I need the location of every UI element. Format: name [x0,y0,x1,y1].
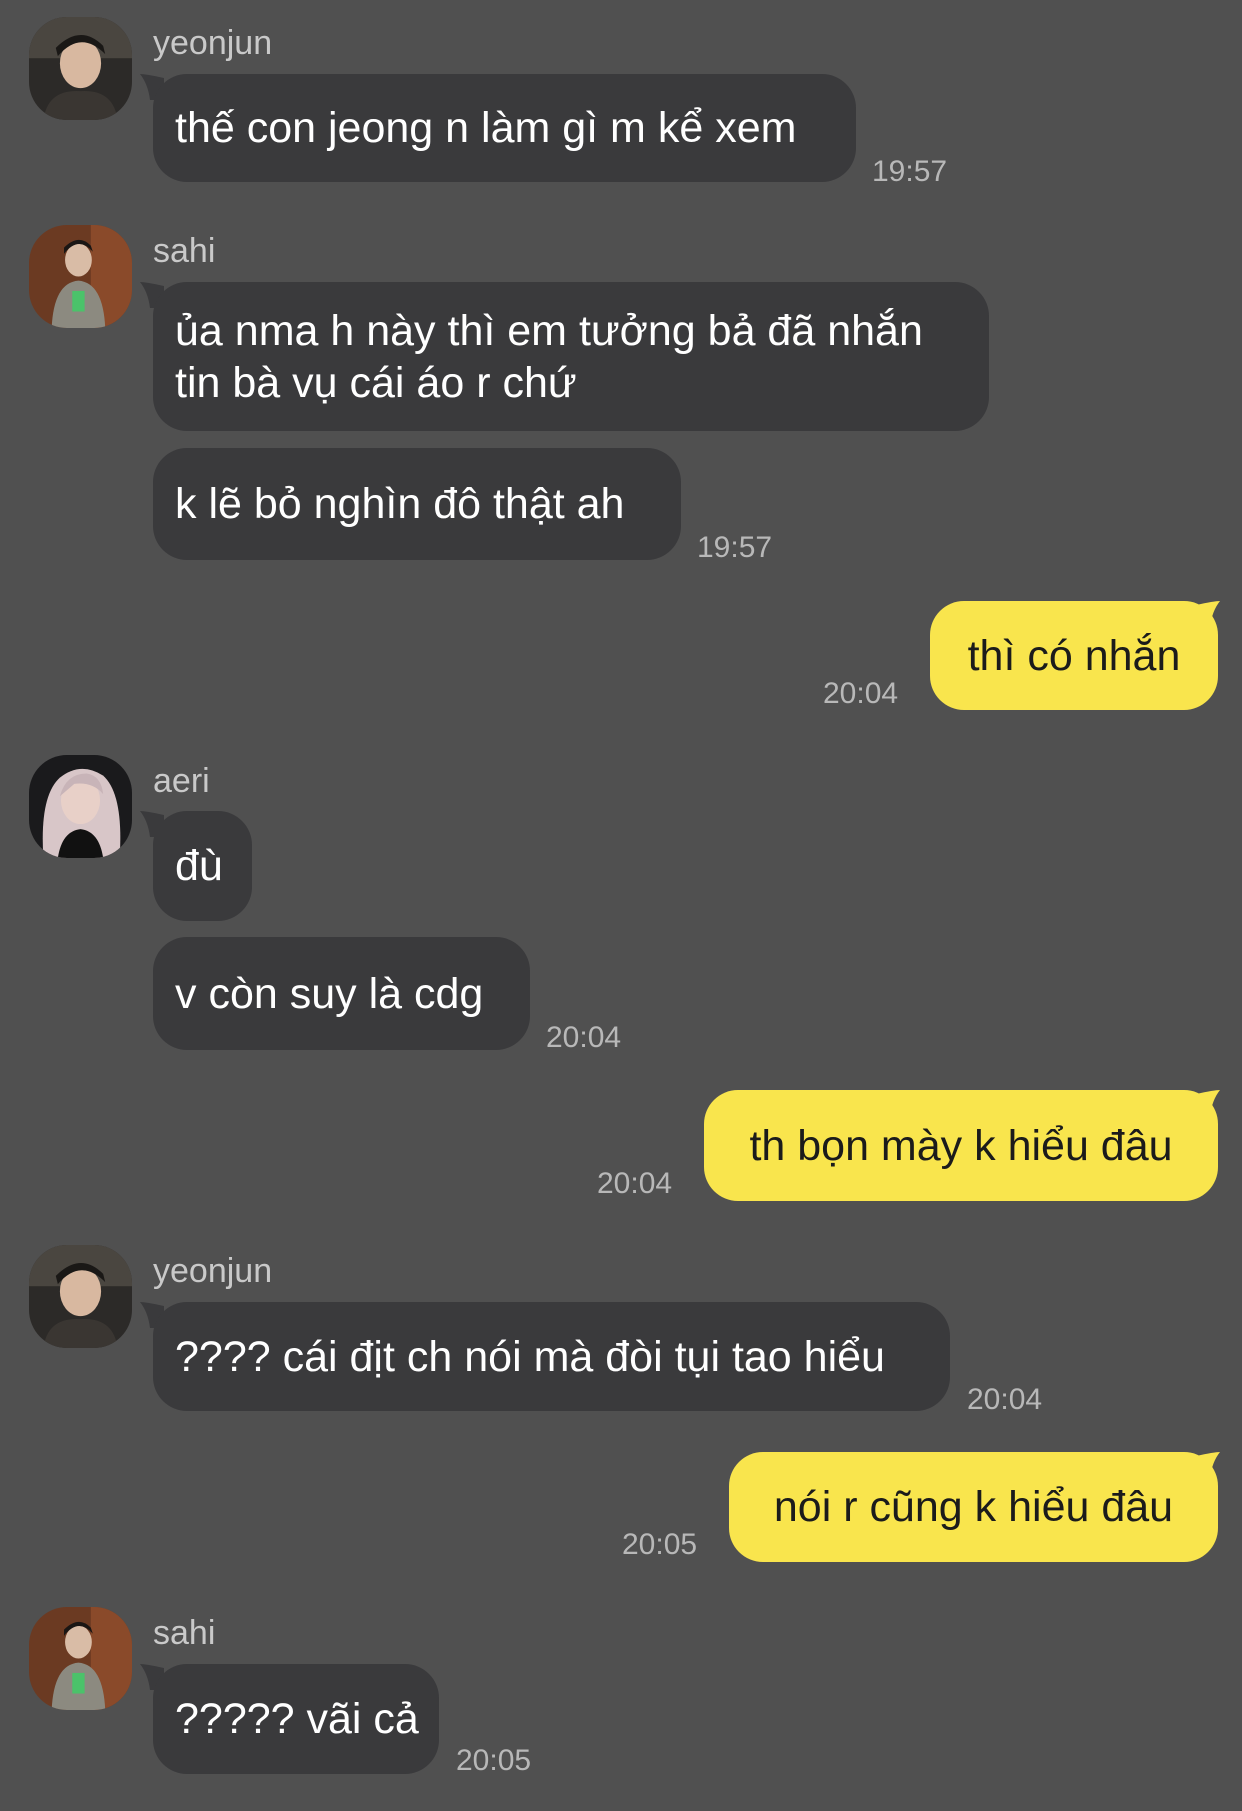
message-bubble[interactable]: thì có nhắn [930,601,1218,710]
timestamp: 20:05 [456,1744,532,1777]
avatar-aeri-image [29,755,132,858]
avatar-aeri[interactable] [29,755,132,858]
timestamp: 20:05 [622,1528,698,1561]
timestamp: 20:04 [823,677,899,710]
avatar-yeonjun-image [29,1245,132,1348]
sender-name: sahi [153,1614,216,1652]
sender-name: yeonjun [153,24,273,62]
message-bubble[interactable]: ủa nma h này thì em tưởng bả đã nhắn tin… [153,282,989,431]
avatar-sahi-image [29,1607,132,1710]
message-text: k lẽ bỏ nghìn đô thật ah [175,480,625,528]
message-text: nói r cũng k hiểu đâu [773,1483,1174,1531]
bubble-tail [1196,1090,1220,1116]
message-text: ????? vãi cả [175,1695,419,1743]
message-bubble[interactable]: k lẽ bỏ nghìn đô thật ah [153,448,681,560]
avatar-yeonjun[interactable] [29,17,132,120]
message-text: thế con jeong n làm gì m kể xem [175,104,797,152]
timestamp: 19:57 [872,155,948,188]
timestamp: 19:57 [697,531,773,564]
timestamp: 20:04 [597,1167,673,1200]
avatar-sahi[interactable] [29,225,132,328]
avatar-sahi-image [29,225,132,328]
message-bubble[interactable]: ???? cái địt ch nói mà đòi tụi tao hiểu [153,1302,950,1411]
message-text: ???? cái địt ch nói mà đòi tụi tao hiểu [175,1332,885,1381]
avatar-sahi[interactable] [29,1607,132,1710]
avatar-yeonjun-image [29,17,132,120]
message-bubble[interactable]: thế con jeong n làm gì m kể xem [153,74,856,182]
message-text: th bọn mày k hiểu đâu [749,1121,1173,1170]
message-bubble[interactable]: nói r cũng k hiểu đâu [729,1452,1218,1562]
timestamp: 20:04 [546,1021,622,1054]
message-text: thì có nhắn [967,631,1181,680]
bubble-tail [1196,601,1220,627]
sender-name: sahi [153,232,216,270]
timestamp: 20:04 [967,1383,1043,1416]
message-text-line: ủa nma h này thì em tưởng bả đã nhắn [175,306,923,355]
message-text: đù [175,842,223,890]
message-text-line: tin bà vụ cái áo r chứ [175,358,577,407]
message-bubble[interactable]: v còn suy là cdg [153,937,530,1050]
message-bubble[interactable]: đù [153,811,252,921]
message-bubble[interactable]: th bọn mày k hiểu đâu [704,1090,1218,1201]
message-text: v còn suy là cdg [175,969,484,1018]
sender-name: yeonjun [153,1252,273,1290]
bubble-tail [1196,1452,1220,1478]
sender-name: aeri [153,762,210,800]
avatar-yeonjun[interactable] [29,1245,132,1348]
message-bubble[interactable]: ????? vãi cả [153,1664,439,1774]
